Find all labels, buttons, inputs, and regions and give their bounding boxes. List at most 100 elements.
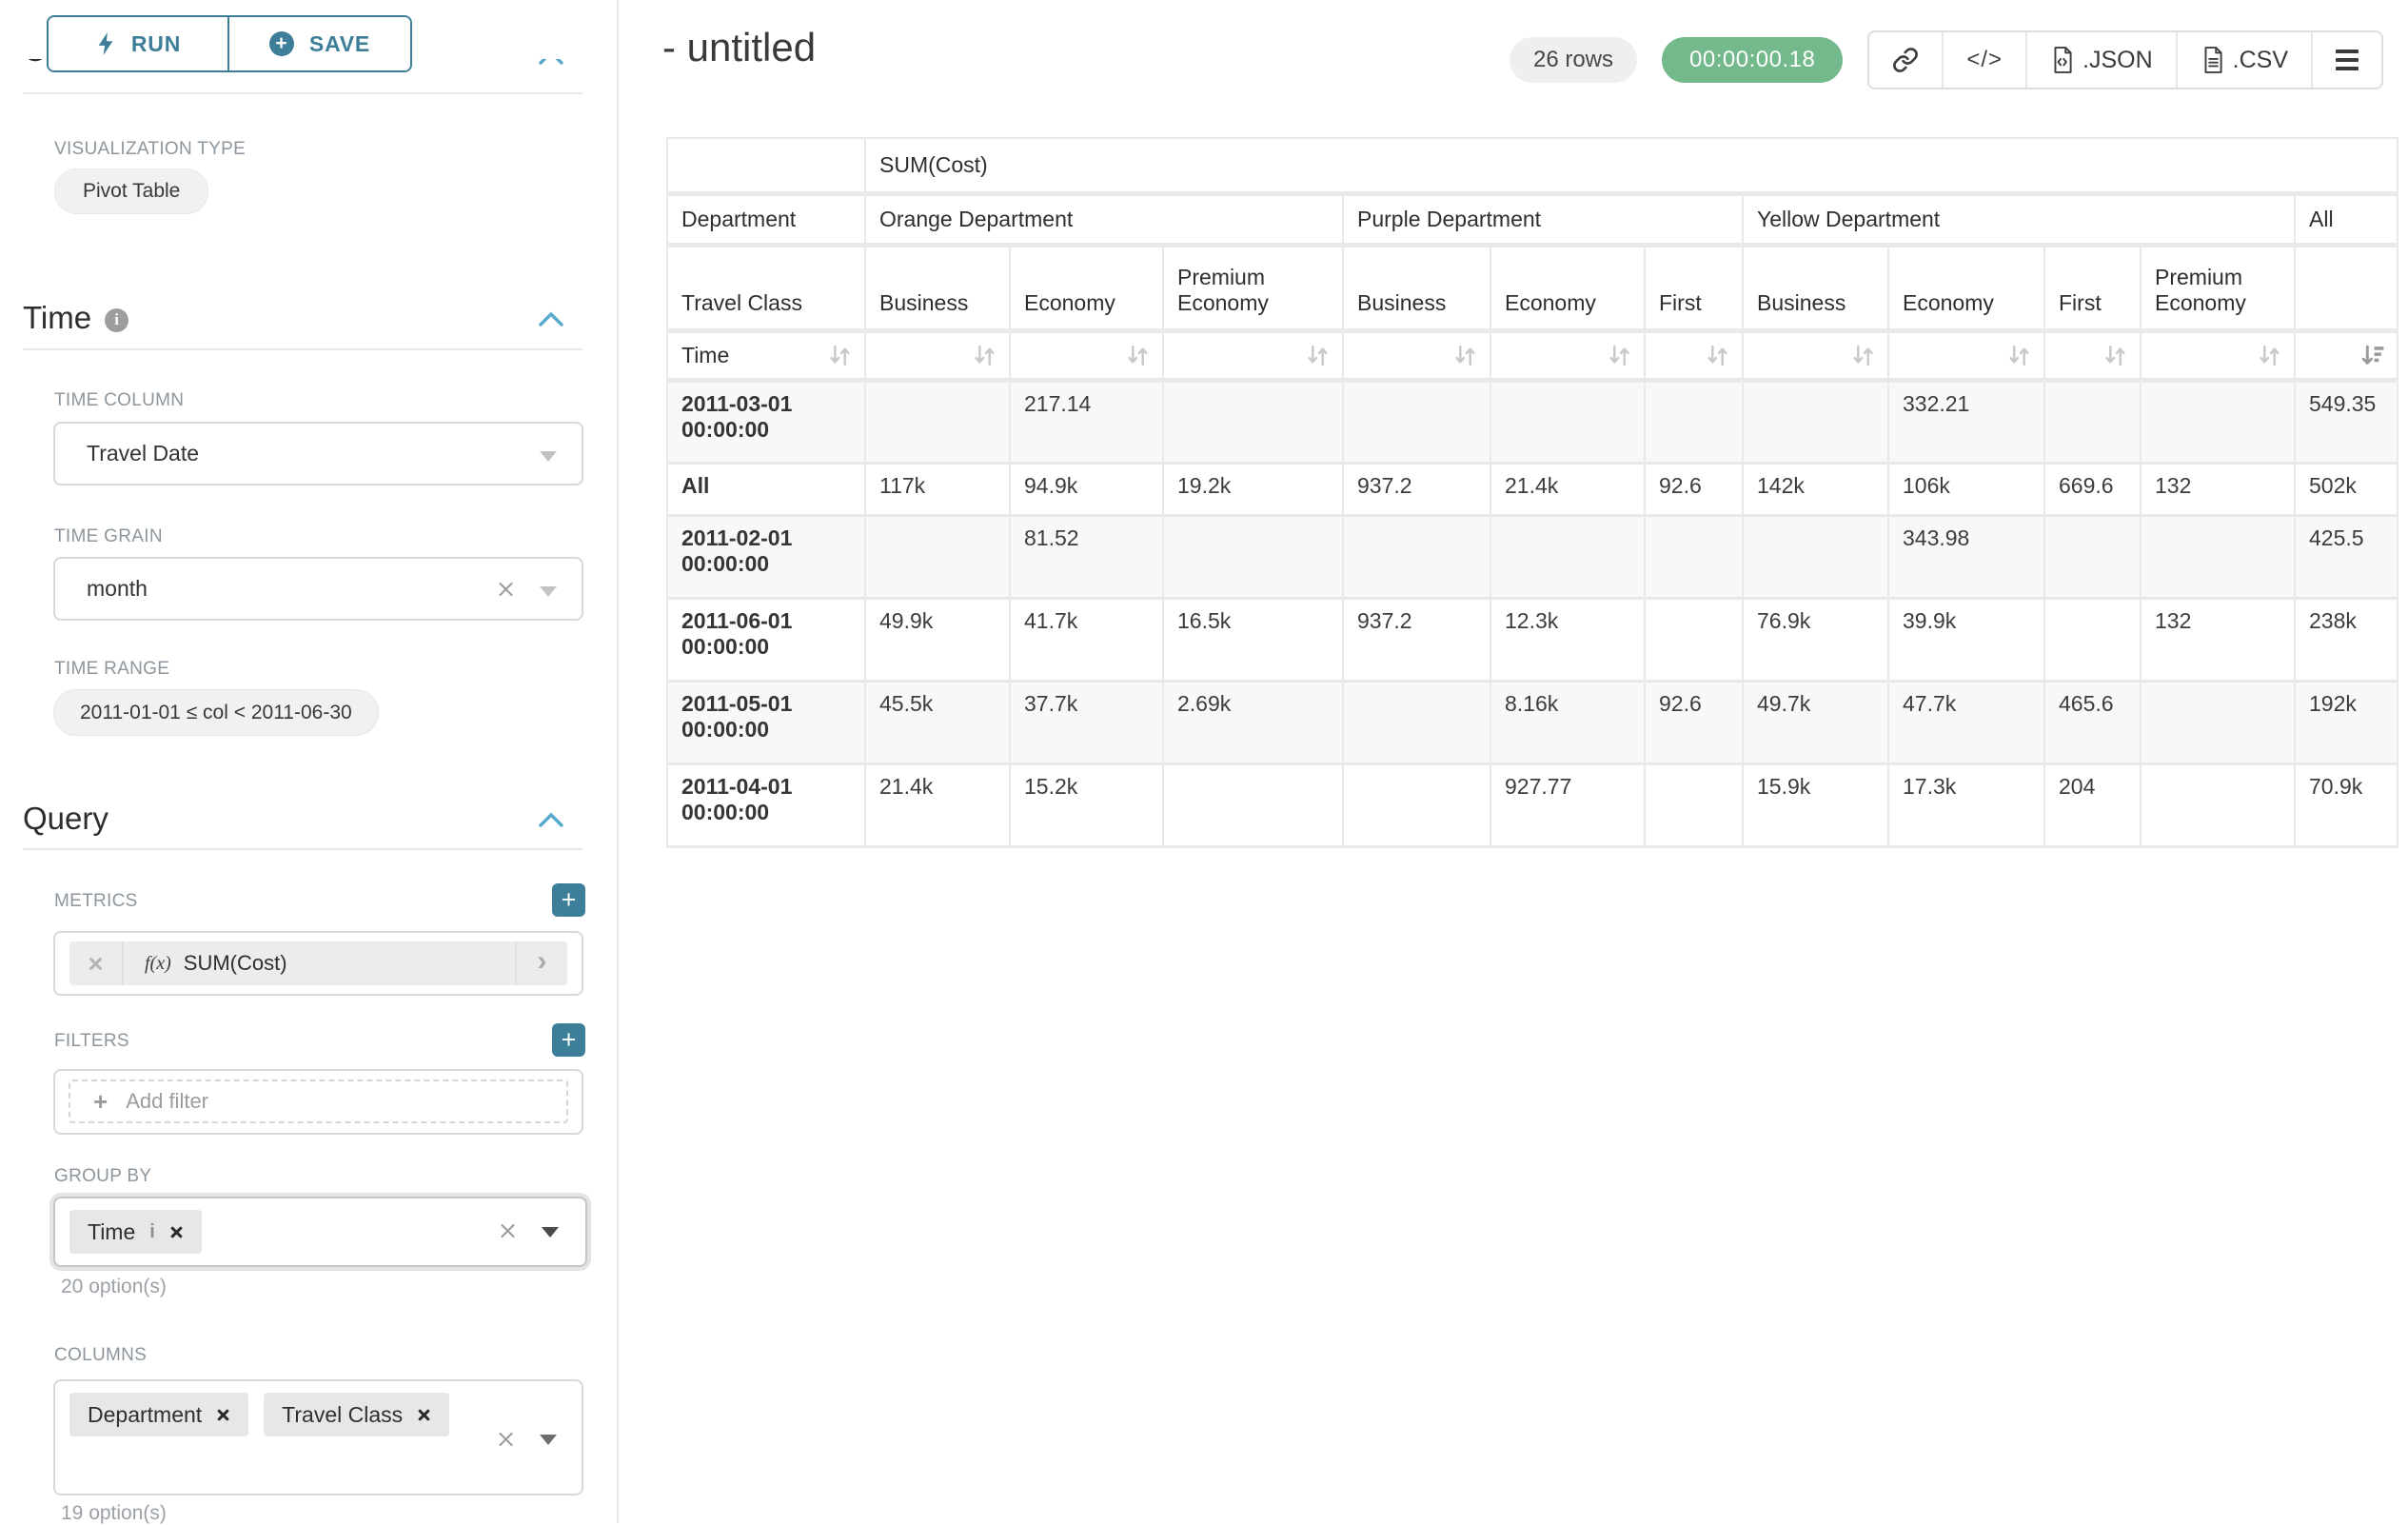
remove-chip-icon[interactable]: [216, 1408, 230, 1422]
row-count-badge: 26 rows: [1510, 37, 1637, 83]
caret-down-icon: [540, 586, 557, 597]
department-header-cell: Orange Department: [865, 193, 1343, 245]
filters-label: FILTERS: [54, 1031, 129, 1052]
pivot-value-cell: 39.9k: [1888, 598, 2044, 681]
class-header-cell: First: [1645, 245, 1743, 330]
time-range-label: TIME RANGE: [54, 659, 169, 680]
export-json-button[interactable]: .JSON: [2027, 32, 2178, 88]
chevron-up-icon[interactable]: [539, 811, 563, 828]
pivot-value-cell: [1343, 515, 1490, 598]
export-csv-button[interactable]: .CSV: [2178, 32, 2313, 88]
share-link-button[interactable]: [1869, 32, 1944, 88]
visualization-type-value[interactable]: Pivot Table: [54, 168, 208, 214]
sort-icon[interactable]: [1452, 343, 1478, 368]
pivot-value-cell: 425.5: [2295, 515, 2398, 598]
pivot-value-cell: 45.5k: [865, 681, 1010, 763]
pivot-value-cell: 117k: [865, 463, 1010, 515]
table-row: 2011-02-01 00:00:0081.52343.98425.5: [667, 515, 2398, 598]
time-section-title: Time: [23, 300, 91, 336]
add-filter-dropzone[interactable]: + Add filter: [69, 1079, 568, 1123]
pivot-value-cell: 2.69k: [1163, 681, 1343, 763]
clear-icon[interactable]: [497, 581, 515, 599]
sort-header-cell: [1490, 330, 1645, 380]
sort-icon[interactable]: [2257, 343, 2282, 368]
pivot-value-cell: [1743, 380, 1888, 463]
pivot-value-cell: [2044, 515, 2141, 598]
pivot-value-cell: 47.7k: [1888, 681, 2044, 763]
group-by-label: GROUP BY: [54, 1166, 151, 1187]
sort-header-cell: [1010, 330, 1163, 380]
run-button[interactable]: RUN: [49, 17, 229, 70]
control-panel: Chart Type RUN + SAVE VISUALIZATION TYPE…: [0, 0, 619, 1523]
pivot-value-cell: 132: [2141, 463, 2295, 515]
clear-all-icon[interactable]: [499, 1222, 517, 1240]
sort-icon[interactable]: [827, 343, 853, 368]
pivot-value-cell: 192k: [2295, 681, 2398, 763]
sort-header-cell: [1743, 330, 1888, 380]
filters-field: + Add filter: [53, 1069, 583, 1135]
chart-title[interactable]: - untitled: [662, 25, 816, 70]
chevron-right-icon[interactable]: ›: [515, 941, 567, 985]
save-button[interactable]: + SAVE: [229, 17, 410, 70]
time-grain-select[interactable]: month: [53, 557, 583, 621]
clear-all-icon[interactable]: [497, 1431, 515, 1449]
sort-header-cell: [2141, 330, 2295, 380]
divider: [23, 92, 582, 94]
pivot-value-cell: 17.3k: [1888, 763, 2044, 846]
class-header-cell: Premium Economy: [2141, 245, 2295, 330]
pivot-value-cell: [865, 515, 1010, 598]
sort-icon[interactable]: [1305, 343, 1331, 368]
time-column-select[interactable]: Travel Date: [53, 422, 583, 485]
pivot-value-cell: [1645, 763, 1743, 846]
department-header-cell: All: [2295, 193, 2398, 245]
class-header-cell: Economy: [1010, 245, 1163, 330]
embed-code-button[interactable]: </>: [1944, 32, 2027, 88]
columns-chip-department[interactable]: Department: [69, 1393, 248, 1436]
pivot-value-cell: [1743, 515, 1888, 598]
add-filter-button[interactable]: +: [552, 1023, 585, 1057]
time-range-value[interactable]: 2011-01-01 ≤ col < 2011-06-30: [53, 689, 379, 736]
time-column-label: TIME COLUMN: [54, 390, 184, 411]
metric-chip[interactable]: f(x) SUM(Cost) ›: [69, 941, 567, 985]
metrics-field: f(x) SUM(Cost) ›: [53, 931, 583, 996]
remove-metric-button[interactable]: [69, 941, 124, 985]
chevron-up-icon[interactable]: [539, 310, 563, 327]
sort-icon[interactable]: [1705, 343, 1730, 368]
sort-icon[interactable]: [1850, 343, 1876, 368]
x-icon: [88, 956, 104, 972]
lightning-bolt-icon: [95, 31, 116, 56]
sort-icon[interactable]: [2006, 343, 2032, 368]
columns-chip-travel-class[interactable]: Travel Class: [264, 1393, 449, 1436]
pivot-value-cell: 49.7k: [1743, 681, 1888, 763]
time-sort-header-cell: Time: [667, 330, 865, 380]
pivot-value-cell: 927.77: [1490, 763, 1645, 846]
class-header-cell: First: [2044, 245, 2141, 330]
sort-header-cell: [2295, 330, 2398, 380]
class-header-cell: Economy: [1888, 245, 2044, 330]
time-row-header: 2011-02-01 00:00:00: [667, 515, 865, 598]
more-menu-button[interactable]: [2313, 32, 2381, 88]
pivot-value-cell: [1343, 380, 1490, 463]
remove-chip-icon[interactable]: [417, 1408, 431, 1422]
pivot-value-cell: 217.14: [1010, 380, 1163, 463]
info-icon: i: [105, 308, 128, 332]
pivot-value-cell: [2044, 598, 2141, 681]
pivot-value-cell: [2044, 380, 2141, 463]
time-section-header[interactable]: Time i: [23, 300, 128, 336]
remove-chip-icon[interactable]: [169, 1225, 184, 1239]
pivot-value-cell: 92.6: [1645, 463, 1743, 515]
file-lines-icon: [2201, 47, 2225, 73]
sort-desc-icon[interactable]: [2359, 343, 2385, 368]
pivot-value-cell: 76.9k: [1743, 598, 1888, 681]
sort-icon[interactable]: [2102, 343, 2128, 368]
group-by-chip-time[interactable]: Time i: [69, 1210, 202, 1254]
sort-icon[interactable]: [1125, 343, 1151, 368]
add-metric-button[interactable]: +: [552, 883, 585, 917]
group-by-select[interactable]: Time i: [53, 1197, 587, 1267]
sort-header-cell: [2044, 330, 2141, 380]
sort-icon[interactable]: [972, 343, 997, 368]
pivot-value-cell: 70.9k: [2295, 763, 2398, 846]
columns-select[interactable]: Department Travel Class: [53, 1379, 583, 1495]
sort-icon[interactable]: [1607, 343, 1632, 368]
pivot-value-cell: [1343, 681, 1490, 763]
